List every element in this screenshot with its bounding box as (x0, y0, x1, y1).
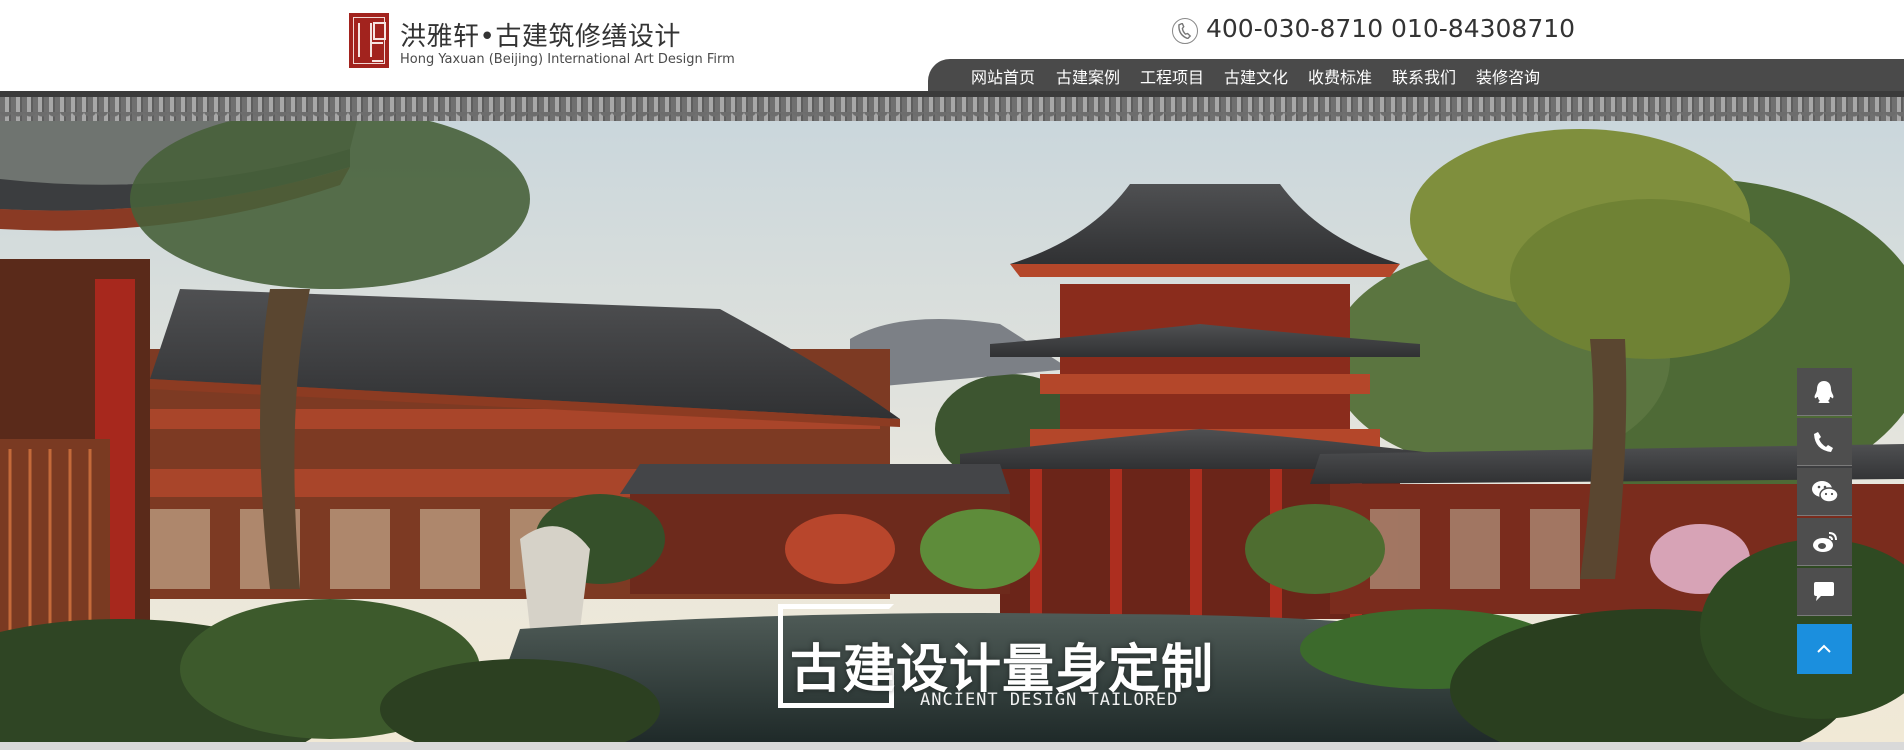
nav-item-culture[interactable]: 古建文化 (1224, 64, 1288, 88)
brand-title[interactable]: 洪雅轩•古建筑修缮设计 (400, 16, 681, 53)
nav-item-consult[interactable]: 装修咨询 (1476, 64, 1540, 88)
logo-seal-icon[interactable] (349, 13, 389, 68)
roof-tile-border (0, 91, 1904, 121)
chevron-up-icon (1817, 644, 1831, 653)
banner-slogan-en: ANCIENT DESIGN TAILORED (920, 690, 1179, 710)
nav-item-pricing[interactable]: 收费标准 (1308, 64, 1372, 88)
float-weibo-button[interactable] (1797, 518, 1852, 566)
hotline-numbers: 400-030-8710 010-84308710 (1206, 14, 1576, 43)
phone-icon (1814, 432, 1833, 452)
qq-icon (1814, 381, 1834, 403)
weibo-icon (1813, 532, 1837, 552)
back-to-top-button[interactable] (1797, 624, 1852, 674)
nav-item-contact[interactable]: 联系我们 (1392, 64, 1456, 88)
phone-icon (1172, 18, 1198, 44)
float-qq-button[interactable] (1797, 368, 1852, 416)
nav-item-projects[interactable]: 工程项目 (1140, 64, 1204, 88)
brand-subtitle: Hong Yaxuan (Beijing) International Art … (400, 52, 735, 67)
nav-item-cases[interactable]: 古建案例 (1056, 64, 1120, 88)
float-chat-button[interactable] (1797, 568, 1852, 616)
banner-bottom-strip (0, 742, 1904, 750)
chat-icon (1814, 582, 1834, 601)
nav-item-home[interactable]: 网站首页 (971, 64, 1035, 88)
wechat-icon (1812, 481, 1839, 503)
float-phone-button[interactable] (1797, 418, 1852, 466)
float-wechat-button[interactable] (1797, 468, 1852, 516)
site-header: 洪雅轩•古建筑修缮设计 Hong Yaxuan (Beijing) Intern… (0, 0, 1904, 92)
